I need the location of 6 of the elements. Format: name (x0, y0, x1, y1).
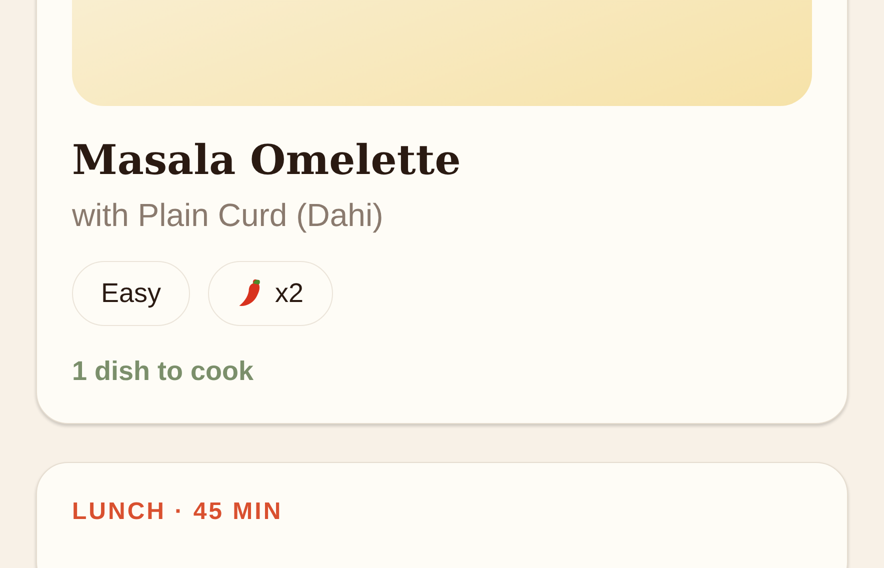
recipe-subtitle: with Plain Curd (Dahi) (72, 196, 384, 236)
tag-pill: x2 (208, 260, 333, 326)
recipe-title: Masala Omelette (72, 136, 462, 186)
dish-count: 1 dish to cook (72, 356, 255, 387)
tag-pill: Easy (72, 260, 190, 326)
meal-label: LUNCH · 45 MIN (72, 498, 284, 526)
